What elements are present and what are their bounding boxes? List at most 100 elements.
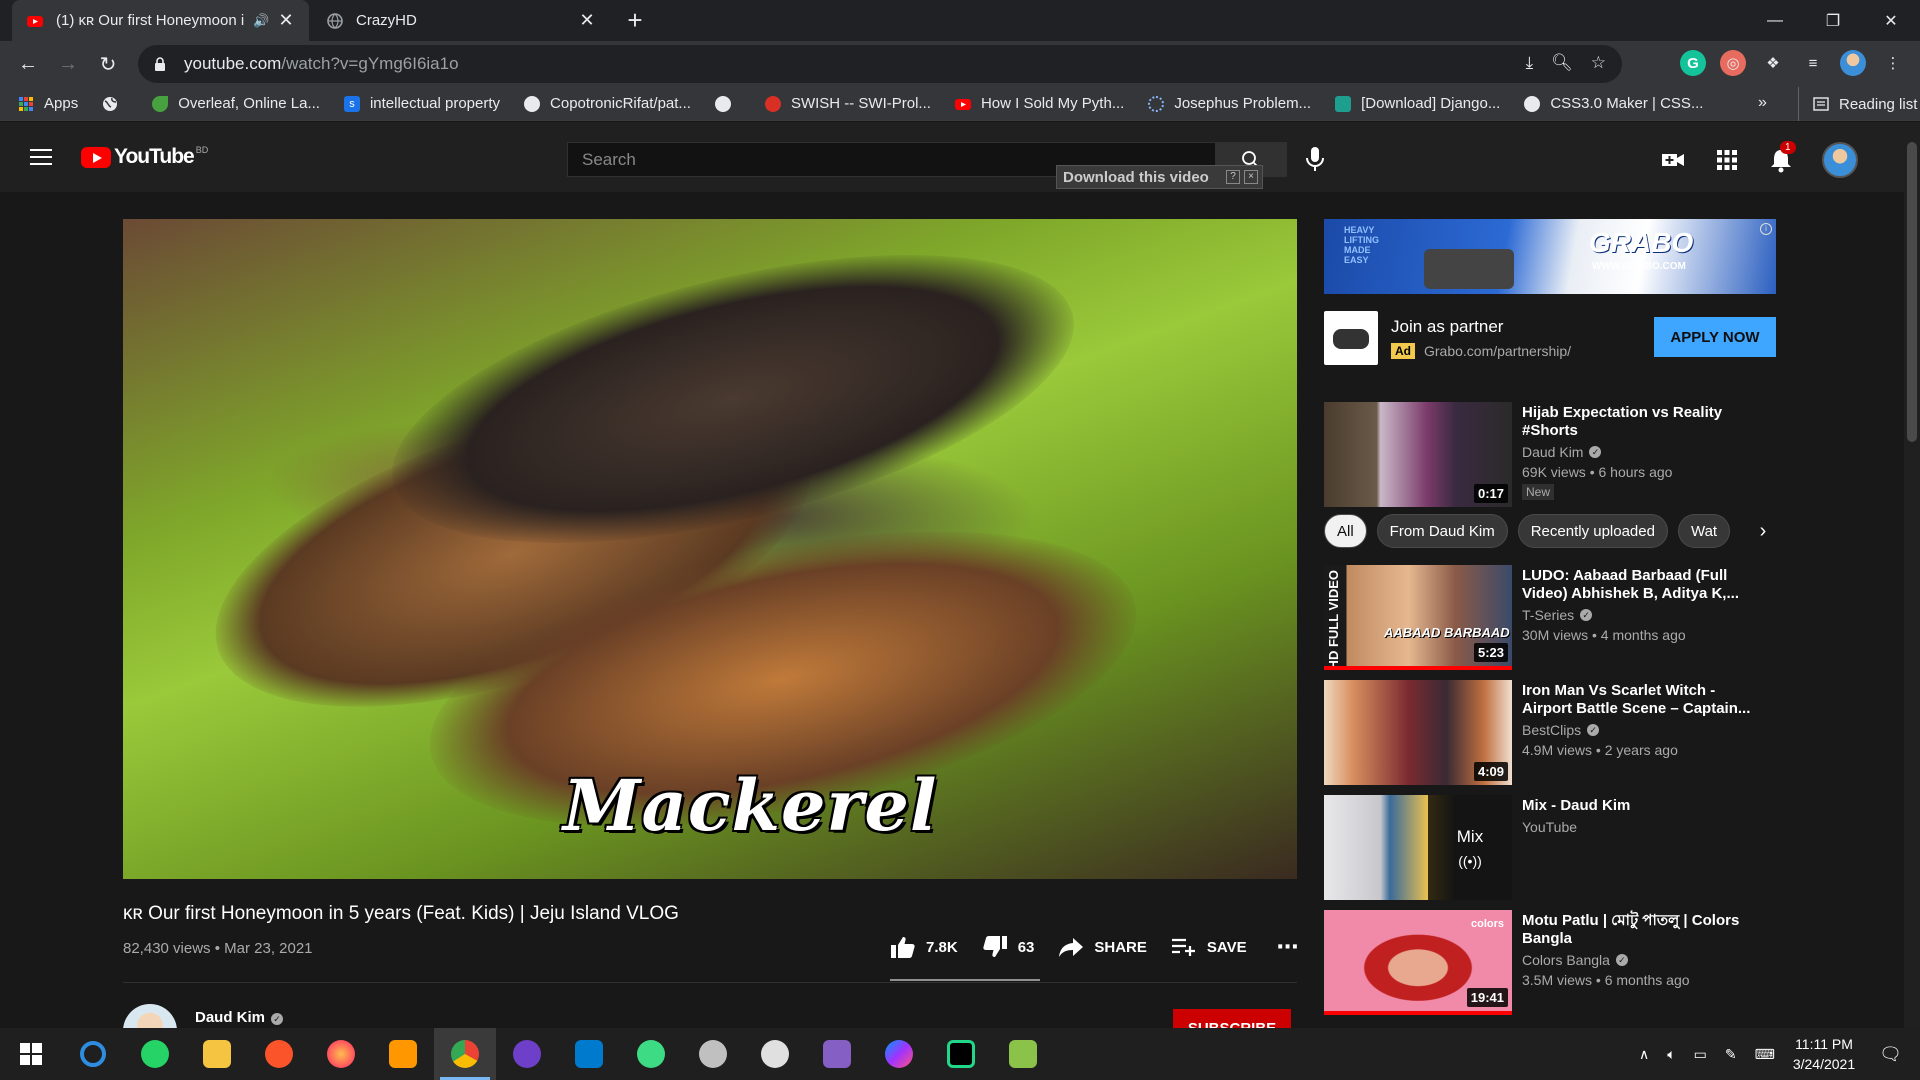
more-actions-icon[interactable]: ⋯ bbox=[1277, 934, 1299, 960]
recommendation-item[interactable]: colors 19:41 Motu Patlu | মোটু পাতলু | C… bbox=[1324, 910, 1784, 1015]
close-tab-icon[interactable]: ✕ bbox=[578, 10, 596, 31]
apps-icon[interactable] bbox=[1714, 147, 1740, 173]
bookmark-css-maker[interactable]: CSS3.0 Maker | CSS... bbox=[1524, 95, 1703, 112]
channel-name[interactable]: Daud Kim ✓ bbox=[195, 1009, 284, 1026]
recommendation-item[interactable]: 4:09 Iron Man Vs Scarlet Witch - Airport… bbox=[1324, 680, 1784, 785]
network-icon[interactable]: ▭ bbox=[1694, 1046, 1707, 1063]
reading-list-button[interactable]: Reading list bbox=[1798, 87, 1917, 121]
storm-icon[interactable] bbox=[682, 1028, 744, 1080]
kebab-menu-icon[interactable]: ⋮ bbox=[1880, 50, 1906, 76]
close-tab-icon[interactable]: ✕ bbox=[277, 10, 295, 31]
microphone-icon[interactable] bbox=[1305, 146, 1325, 172]
firefox-icon[interactable] bbox=[310, 1028, 372, 1080]
bookmark-overleaf[interactable]: Overleaf, Online La... bbox=[152, 95, 320, 112]
chevron-up-icon[interactable]: ∧ bbox=[1639, 1046, 1649, 1063]
extension-icon[interactable]: ◎ bbox=[1720, 50, 1746, 76]
update-icon[interactable] bbox=[62, 1028, 124, 1080]
pen-icon[interactable]: ✎ bbox=[1725, 1046, 1737, 1063]
zoom-icon[interactable]: 🔍︎ bbox=[1551, 53, 1573, 73]
bookmark-github[interactable]: CopotronicRifat/pat... bbox=[524, 95, 691, 112]
video-thumbnail[interactable]: colors 19:41 bbox=[1324, 910, 1512, 1015]
like-button[interactable]: 7.8K bbox=[890, 935, 958, 959]
bookmark-intellectual-property[interactable]: s intellectual property bbox=[343, 95, 500, 112]
chevron-right-icon[interactable]: › bbox=[1748, 514, 1778, 548]
back-icon[interactable]: ← bbox=[8, 44, 48, 84]
download-video-bar[interactable]: Download this video ? × bbox=[1056, 165, 1263, 189]
tab-youtube[interactable]: (1) ᴋʀ Our first Honeymoon i 🔊 ✕ bbox=[12, 0, 309, 41]
bookmark-youtube[interactable]: How I Sold My Pyth... bbox=[954, 95, 1124, 112]
chip-from-daud-kim[interactable]: From Daud Kim bbox=[1376, 514, 1508, 548]
apply-now-button[interactable]: APPLY NOW bbox=[1654, 317, 1776, 357]
scrollbar-thumb[interactable] bbox=[1907, 142, 1917, 442]
new-tab-button[interactable]: + bbox=[620, 6, 650, 36]
android-studio-icon[interactable] bbox=[620, 1028, 682, 1080]
github-desktop-icon[interactable] bbox=[496, 1028, 558, 1080]
chip-recently-uploaded[interactable]: Recently uploaded bbox=[1517, 514, 1668, 548]
profile-avatar-icon[interactable] bbox=[1840, 50, 1866, 76]
chip-all[interactable]: All bbox=[1324, 514, 1367, 548]
notepad-icon[interactable] bbox=[992, 1028, 1054, 1080]
ad-banner[interactable]: HEAVY LIFTING MADE EASY GRABO WWW.GRABO.… bbox=[1324, 219, 1776, 294]
bookmark-star-icon[interactable]: ☆ bbox=[1591, 53, 1606, 73]
clock[interactable]: 11:11 PM 3/24/2021 bbox=[1793, 1034, 1855, 1074]
account-avatar[interactable] bbox=[1822, 142, 1858, 178]
brave-icon[interactable] bbox=[248, 1028, 310, 1080]
close-icon[interactable]: × bbox=[1244, 170, 1258, 184]
puzzle-extensions-icon[interactable]: ❖ bbox=[1760, 50, 1786, 76]
ad-info-icon[interactable]: i bbox=[1760, 223, 1772, 235]
bookmark-globe-1[interactable] bbox=[102, 96, 128, 112]
video-thumbnail[interactable]: 0:17 bbox=[1324, 402, 1512, 507]
video-thumbnail[interactable]: Mix ((•)) bbox=[1324, 795, 1512, 900]
messenger-icon[interactable] bbox=[868, 1028, 930, 1080]
bookmark-josephus[interactable]: Josephus Problem... bbox=[1148, 95, 1311, 112]
tab-crazyhd[interactable]: CrazyHD ✕ bbox=[312, 0, 610, 41]
dislike-button[interactable]: 63 bbox=[982, 935, 1034, 959]
vscode-icon[interactable] bbox=[558, 1028, 620, 1080]
page-scrollbar[interactable] bbox=[1904, 122, 1920, 1028]
restore-icon[interactable]: ❐ bbox=[1804, 0, 1862, 41]
sublime-icon[interactable] bbox=[372, 1028, 434, 1080]
notification-center-icon[interactable]: 🗨︎ bbox=[1879, 1044, 1902, 1065]
bookmark-swish[interactable]: SWISH -- SWI-Prol... bbox=[764, 95, 931, 112]
save-button[interactable]: SAVE bbox=[1171, 937, 1247, 957]
visual-studio-icon[interactable] bbox=[806, 1028, 868, 1080]
share-button[interactable]: SHARE bbox=[1058, 936, 1147, 958]
close-window-icon[interactable]: ✕ bbox=[1862, 0, 1920, 41]
volume-icon[interactable]: 🔈︎ bbox=[1667, 1046, 1675, 1063]
ad-card[interactable]: Join as partner Ad Grabo.com/partnership… bbox=[1324, 311, 1776, 371]
chip-watched[interactable]: Wat bbox=[1677, 514, 1731, 548]
youtube-logo-text: YouTube bbox=[114, 145, 195, 168]
notifications-button[interactable]: 1 bbox=[1768, 141, 1796, 173]
video-thumbnail[interactable]: HD FULL VIDEO AABAAD BARBAAD 5:23 bbox=[1324, 565, 1512, 670]
grammarly-icon[interactable]: G bbox=[1680, 50, 1706, 76]
recommendation-item[interactable]: 0:17 Hijab Expectation vs Reality #Short… bbox=[1324, 402, 1784, 507]
video-player[interactable]: Mackerel bbox=[123, 219, 1297, 879]
reload-icon[interactable]: ↻ bbox=[88, 44, 128, 84]
inkscape-icon[interactable] bbox=[744, 1028, 806, 1080]
lock-icon[interactable] bbox=[152, 56, 168, 72]
help-icon[interactable]: ? bbox=[1226, 170, 1240, 184]
recommendation-item[interactable]: Mix ((•)) Mix - Daud Kim YouTube bbox=[1324, 795, 1784, 900]
audio-playing-icon[interactable]: 🔊 bbox=[253, 13, 269, 29]
windows-start-icon[interactable] bbox=[0, 1028, 62, 1080]
more-bookmarks-button[interactable]: » bbox=[1758, 94, 1767, 112]
search-input[interactable] bbox=[582, 149, 1082, 170]
recommendation-item[interactable]: HD FULL VIDEO AABAAD BARBAAD 5:23 LUDO: … bbox=[1324, 565, 1784, 670]
pycharm-icon[interactable] bbox=[930, 1028, 992, 1080]
hamburger-menu-icon[interactable] bbox=[30, 149, 52, 165]
media-control-icon[interactable]: ≡ bbox=[1800, 50, 1826, 76]
keyboard-icon[interactable]: ⌨ bbox=[1755, 1046, 1775, 1063]
video-thumbnail[interactable]: 4:09 bbox=[1324, 680, 1512, 785]
address-bar[interactable]: youtube.com/watch?v=gYmg6I6ia1o ⤓ 🔍︎ ☆ bbox=[138, 45, 1622, 83]
chrome-icon[interactable] bbox=[434, 1028, 496, 1080]
whatsapp-icon[interactable] bbox=[124, 1028, 186, 1080]
bookmark-globe-2[interactable] bbox=[714, 95, 741, 112]
install-app-icon[interactable]: ⤓ bbox=[1526, 53, 1534, 73]
bookmark-apps[interactable]: Apps bbox=[18, 95, 78, 112]
forward-icon[interactable]: → bbox=[48, 44, 88, 84]
create-video-icon[interactable] bbox=[1660, 147, 1686, 173]
bookmark-django[interactable]: [Download] Django... bbox=[1335, 95, 1500, 112]
file-explorer-icon[interactable] bbox=[186, 1028, 248, 1080]
youtube-logo[interactable]: YouTube BD bbox=[81, 145, 208, 169]
minimize-icon[interactable]: — bbox=[1746, 0, 1804, 41]
